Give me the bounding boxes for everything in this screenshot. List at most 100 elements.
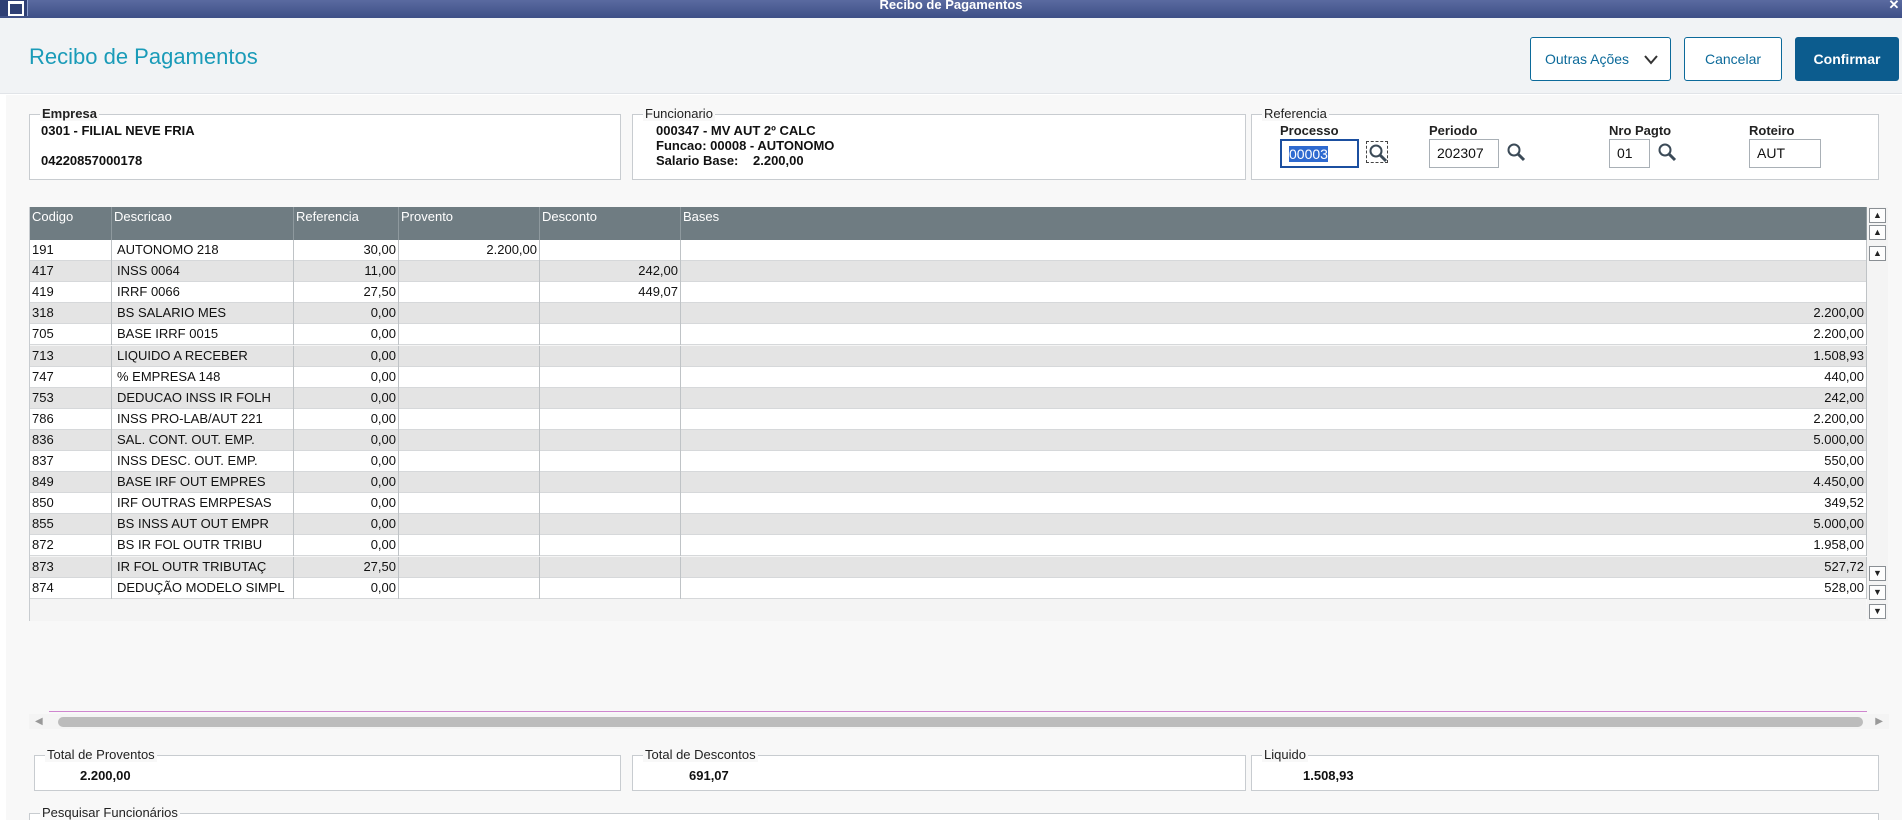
hscroll-thumb[interactable] bbox=[58, 717, 1863, 727]
column-header-provento[interactable]: Provento bbox=[399, 207, 540, 240]
grid-bottom-line bbox=[49, 711, 1867, 712]
cell-descricao: IRF OUTRAS EMRPESAS bbox=[112, 493, 294, 514]
liquido-label: Liquido bbox=[1262, 747, 1308, 762]
table-row[interactable]: 419 IRRF 0066 27,50 449,07 bbox=[30, 282, 1867, 303]
scroll-top-icon[interactable]: ▲ bbox=[1869, 208, 1886, 223]
table-row[interactable]: 873 IR FOL OUTR TRIBUTAÇ 27,50 527,72 bbox=[30, 557, 1867, 578]
table-row[interactable]: 874 DEDUÇÃO MODELO SIMPL 0,00 528,00 bbox=[30, 578, 1867, 599]
cell-provento bbox=[399, 514, 540, 535]
cell-descricao: IRRF 0066 bbox=[112, 282, 294, 303]
roteiro-label: Roteiro bbox=[1749, 123, 1795, 138]
table-row[interactable]: 786 INSS PRO-LAB/AUT 221 0,00 2.200,00 bbox=[30, 409, 1867, 430]
empresa-name: 0301 - FILIAL NEVE FRIA bbox=[41, 123, 195, 138]
column-header-descricao[interactable]: Descricao bbox=[112, 207, 294, 240]
cell-codigo: 872 bbox=[30, 535, 112, 556]
table-row[interactable]: 850 IRF OUTRAS EMRPESAS 0,00 349,52 bbox=[30, 493, 1867, 514]
cell-referencia: 0,00 bbox=[294, 303, 399, 324]
chevron-down-icon bbox=[1644, 55, 1658, 65]
employee-function: Funcao: 00008 - AUTONOMO bbox=[656, 138, 835, 153]
cell-provento bbox=[399, 535, 540, 556]
table-row[interactable]: 836 SAL. CONT. OUT. EMP. 0,00 5.000,00 bbox=[30, 430, 1867, 451]
cell-codigo: 836 bbox=[30, 430, 112, 451]
roteiro-input[interactable]: AUT bbox=[1749, 139, 1821, 168]
scroll-page-up-icon[interactable]: ▲ bbox=[1869, 225, 1886, 240]
cell-referencia: 0,00 bbox=[294, 430, 399, 451]
cell-descricao: LIQUIDO A RECEBER bbox=[112, 346, 294, 367]
total-descontos-label: Total de Descontos bbox=[643, 747, 758, 762]
scroll-right-icon[interactable]: ▶ bbox=[1875, 716, 1883, 727]
cell-provento: 2.200,00 bbox=[399, 240, 540, 261]
scroll-up-icon[interactable]: ▲ bbox=[1869, 246, 1886, 261]
cell-provento bbox=[399, 388, 540, 409]
cell-desconto bbox=[540, 388, 681, 409]
cell-referencia: 0,00 bbox=[294, 388, 399, 409]
table-row[interactable]: 318 BS SALARIO MES 0,00 2.200,00 bbox=[30, 303, 1867, 324]
more-actions-label: Outras Ações bbox=[1545, 51, 1630, 67]
scroll-bottom-icon[interactable]: ▼ bbox=[1869, 604, 1886, 619]
table-row[interactable]: 747% EMPRESA 148 0,00 440,00 bbox=[30, 367, 1867, 388]
cell-desconto bbox=[540, 557, 681, 578]
cell-descricao: BS INSS AUT OUT EMPR bbox=[112, 514, 294, 535]
total-proventos-label: Total de Proventos bbox=[45, 747, 157, 762]
cell-bases: 349,52 bbox=[681, 493, 1867, 514]
cell-descricao: BS IR FOL OUTR TRIBU bbox=[112, 535, 294, 556]
payslip-grid: Codigo Descricao Referencia Provento Descont… bbox=[29, 207, 1888, 621]
cell-referencia: 11,00 bbox=[294, 261, 399, 282]
total-descontos-group: Total de Descontos 691,07 bbox=[632, 748, 1246, 791]
column-header-codigo[interactable]: Codigo bbox=[30, 207, 112, 240]
table-row[interactable]: 191 AUTONOMO 218 30,00 2.200,00 bbox=[30, 240, 1867, 261]
table-row[interactable]: 417 INSS 0064 11,00 242,00 bbox=[30, 261, 1867, 282]
search-employees-legend: Pesquisar Funcionários bbox=[40, 805, 180, 820]
column-header-desconto[interactable]: Desconto bbox=[540, 207, 681, 240]
periodo-search-icon[interactable] bbox=[1505, 141, 1527, 163]
table-row[interactable]: 837 INSS DESC. OUT. EMP. 0,00 550,00 bbox=[30, 451, 1867, 472]
cell-referencia: 0,00 bbox=[294, 514, 399, 535]
confirm-button[interactable]: Confirmar bbox=[1795, 37, 1899, 81]
cell-descricao: SAL. CONT. OUT. EMP. bbox=[112, 430, 294, 451]
close-icon[interactable]: ✕ bbox=[1886, 0, 1902, 14]
table-row[interactable]: 849 BASE IRF OUT EMPRES 0,00 4.450,00 bbox=[30, 472, 1867, 493]
window-title: Recibo de Pagamentos bbox=[879, 0, 1023, 12]
table-row[interactable]: 753 DEDUCAO INSS IR FOLH 0,00 242,00 bbox=[30, 388, 1867, 409]
cell-bases: 1.508,93 bbox=[681, 346, 1867, 367]
cell-referencia: 0,00 bbox=[294, 493, 399, 514]
table-row[interactable]: 713 LIQUIDO A RECEBER 0,00 1.508,93 bbox=[30, 346, 1867, 367]
cell-referencia: 0,00 bbox=[294, 324, 399, 345]
table-row[interactable]: 855 BS INSS AUT OUT EMPR 0,00 5.000,00 bbox=[30, 514, 1867, 535]
processo-input[interactable]: 00003 bbox=[1280, 139, 1359, 168]
cell-provento bbox=[399, 430, 540, 451]
cell-bases bbox=[681, 261, 1867, 282]
cell-desconto bbox=[540, 346, 681, 367]
cell-desconto bbox=[540, 472, 681, 493]
cell-codigo: 318 bbox=[30, 303, 112, 324]
cell-provento bbox=[399, 451, 540, 472]
table-row[interactable]: 705 BASE IRRF 0015 0,00 2.200,00 bbox=[30, 324, 1867, 345]
cell-bases: 440,00 bbox=[681, 367, 1867, 388]
column-header-bases[interactable]: Bases bbox=[681, 207, 1867, 240]
cell-codigo: 191 bbox=[30, 240, 112, 261]
table-row[interactable]: 872 BS IR FOL OUTR TRIBU 0,00 1.958,00 bbox=[30, 535, 1867, 556]
vertical-scrollbar[interactable]: ▲ ▲ ▲ ▼ ▼ ▼ bbox=[1867, 207, 1888, 621]
referencia-legend: Referencia bbox=[1262, 106, 1329, 121]
nro-pagto-search-icon[interactable] bbox=[1656, 141, 1678, 163]
cell-bases bbox=[681, 240, 1867, 261]
cell-bases bbox=[681, 282, 1867, 303]
processo-search-icon[interactable] bbox=[1366, 141, 1388, 163]
scroll-down-icon[interactable]: ▼ bbox=[1869, 566, 1886, 581]
nro-pagto-input[interactable]: 01 bbox=[1609, 139, 1650, 168]
scroll-page-down-icon[interactable]: ▼ bbox=[1869, 585, 1886, 600]
horizontal-scrollbar[interactable]: ◀ ▶ bbox=[29, 714, 1889, 729]
scroll-left-icon[interactable]: ◀ bbox=[35, 716, 43, 727]
cell-provento bbox=[399, 557, 540, 578]
cell-descricao: INSS 0064 bbox=[112, 261, 294, 282]
employee-name: 000347 - MV AUT 2º CALC bbox=[656, 123, 816, 138]
periodo-input[interactable]: 202307 bbox=[1429, 139, 1499, 168]
cell-desconto bbox=[540, 409, 681, 430]
app-window: Recibo de Pagamentos ✕ Recibo de Pagamen… bbox=[0, 0, 1902, 820]
processo-label: Processo bbox=[1280, 123, 1339, 138]
cancel-button[interactable]: Cancelar bbox=[1684, 37, 1782, 81]
more-actions-button[interactable]: Outras Ações bbox=[1530, 37, 1671, 81]
cell-descricao: DEDUÇÃO MODELO SIMPL bbox=[112, 578, 294, 599]
cell-descricao: DEDUCAO INSS IR FOLH bbox=[112, 388, 294, 409]
column-header-referencia[interactable]: Referencia bbox=[294, 207, 399, 240]
